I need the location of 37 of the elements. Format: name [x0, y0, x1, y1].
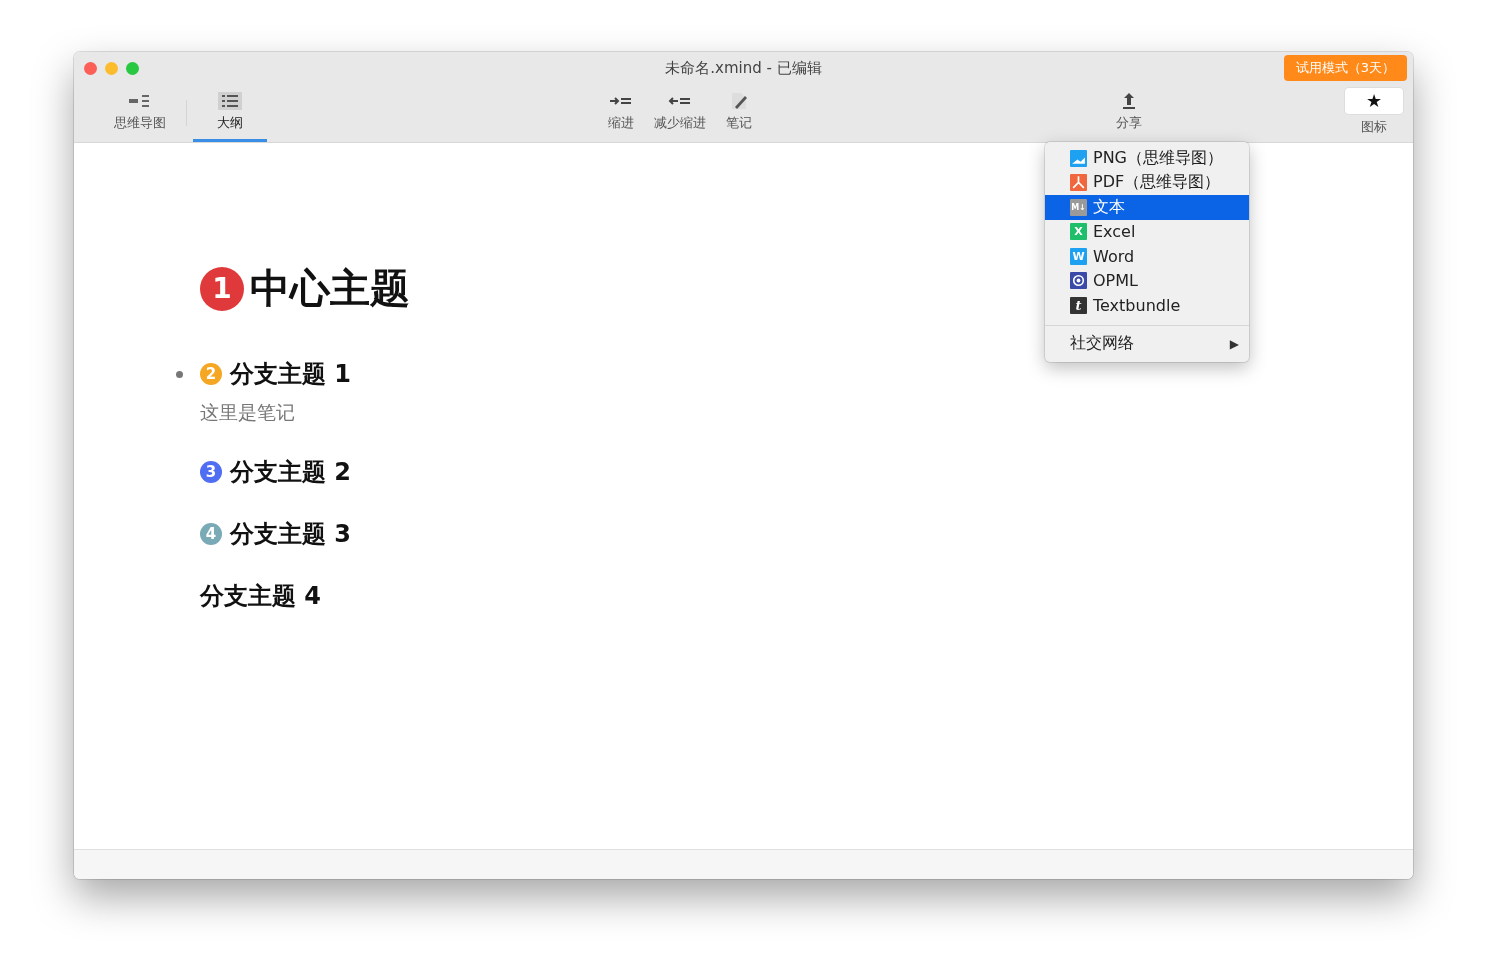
icons-button[interactable]: ★ 图标 [1345, 84, 1403, 142]
image-file-icon [1070, 149, 1087, 167]
menu-item[interactable]: M↓ 文本 [1045, 195, 1249, 220]
minimize-button[interactable] [105, 61, 118, 75]
menu-item[interactable]: X Excel [1045, 219, 1249, 244]
menu-item[interactable]: PDF（思维导图） [1045, 170, 1249, 195]
menu-item[interactable]: PNG（思维导图） [1045, 146, 1249, 171]
target-icon [1070, 272, 1087, 290]
view-tab[interactable]: 思维导图 [100, 84, 180, 142]
indent-button[interactable]: 缩进 [600, 84, 642, 142]
list-icon [217, 91, 243, 110]
branch-topic[interactable]: 分支主题 4 [200, 580, 322, 612]
outdent-button[interactable]: 减少缩进 [646, 84, 714, 142]
central-topic[interactable]: 中心主题 [250, 261, 410, 316]
md-file-icon: M↓ [1070, 198, 1087, 216]
branch-topic[interactable]: 分支主题 2 [230, 456, 352, 488]
pdf-file-icon [1070, 174, 1087, 192]
share-button[interactable]: 分享 [1108, 84, 1150, 142]
topic-note: 这里是笔记 [200, 400, 296, 425]
word-file-icon: W [1070, 247, 1087, 265]
view-tab[interactable]: 大纲 [193, 84, 267, 142]
branch-topic[interactable]: 分支主题 3 [230, 518, 352, 550]
window-title: 未命名.xmind - 已编辑 [665, 58, 822, 78]
branch-topic[interactable]: 分支主题 1 [230, 358, 352, 390]
menu-item[interactable]: t Textbundle [1045, 293, 1249, 318]
note-button[interactable]: 笔记 [718, 84, 760, 142]
menu-item[interactable]: W Word [1045, 244, 1249, 269]
submenu-item[interactable]: 社交网络 ▶ [1045, 331, 1249, 356]
priority-marker: 2 [200, 363, 222, 385]
textbundle-file-icon: t [1070, 296, 1087, 314]
excel-file-icon: X [1070, 223, 1087, 241]
priority-marker: 4 [200, 523, 222, 545]
priority-marker: 1 [200, 266, 244, 311]
zoom-button[interactable] [126, 61, 139, 75]
priority-marker: 3 [200, 461, 222, 483]
close-button[interactable] [84, 61, 97, 75]
menu-item[interactable]: OPML [1045, 268, 1249, 293]
